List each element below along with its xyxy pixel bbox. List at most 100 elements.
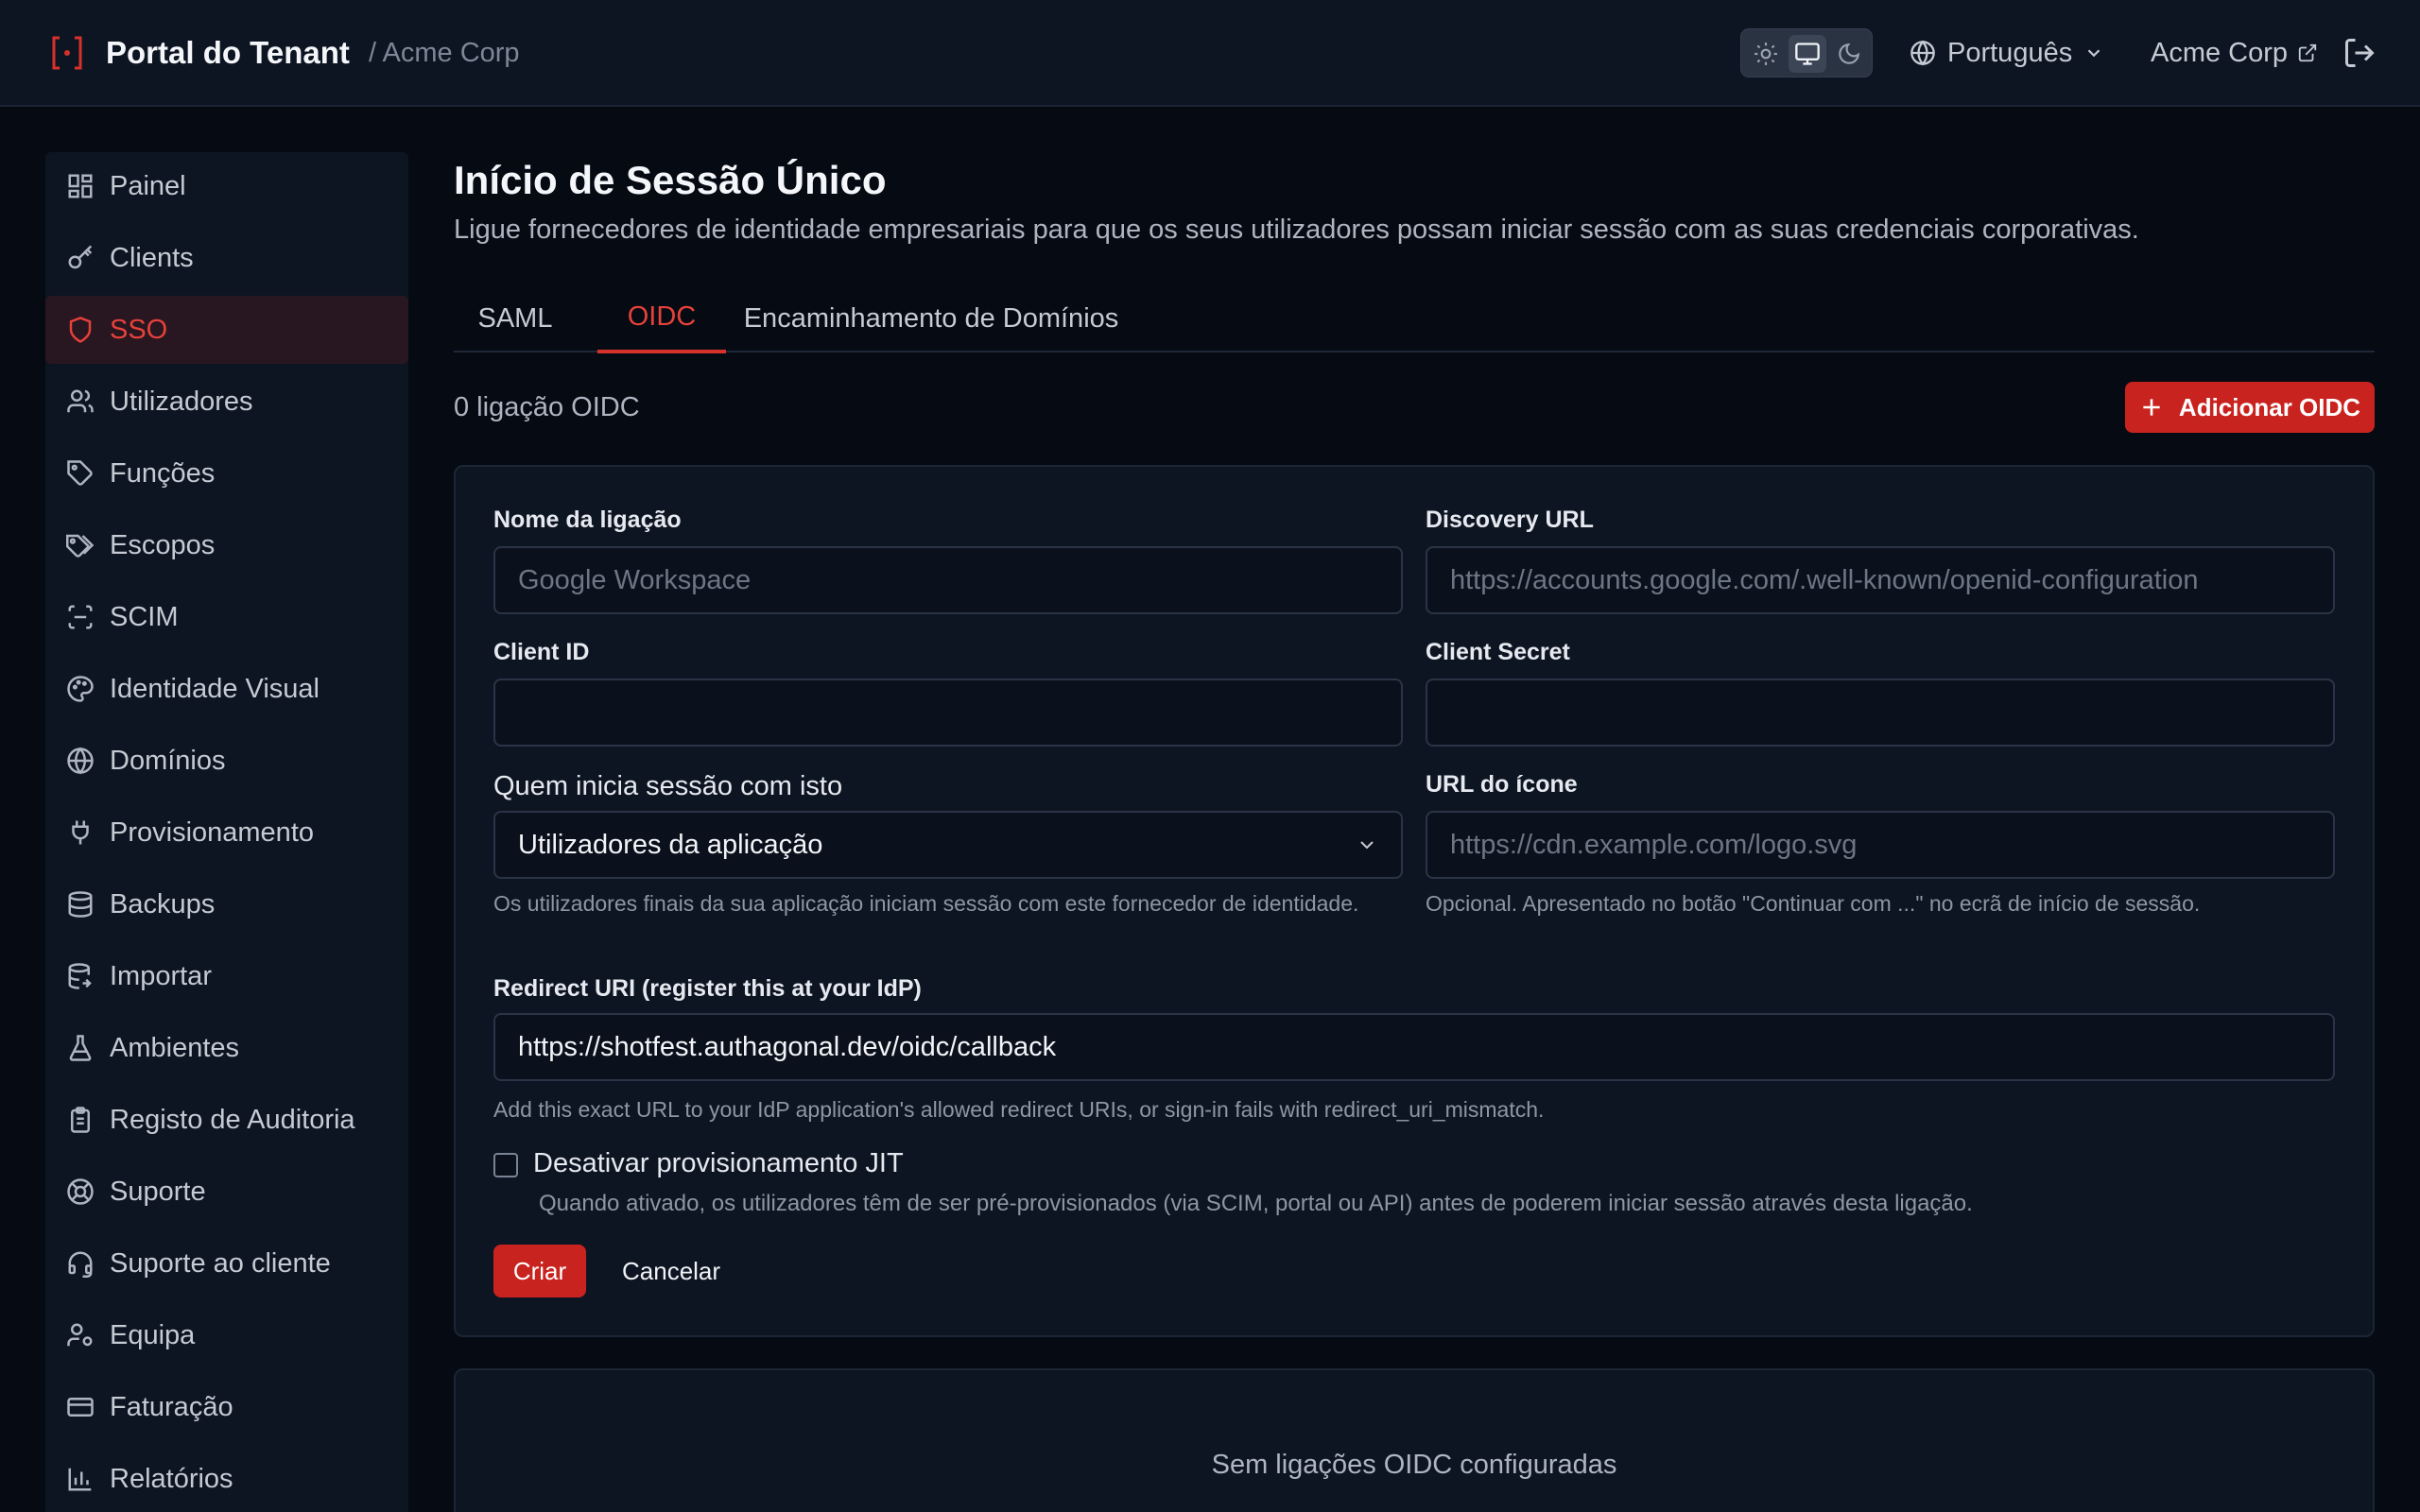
sidebar-item-label: Relatórios (110, 1463, 233, 1494)
key-icon (68, 245, 93, 269)
sidebar-item-importar[interactable]: Importar (45, 942, 408, 1010)
empty-state-card: Sem ligações OIDC configuradas (454, 1368, 2375, 1512)
sidebar-item-ambientes[interactable]: Ambientes (45, 1014, 408, 1082)
create-button[interactable]: Criar (493, 1245, 586, 1297)
sidebar-item-faturacao[interactable]: Faturação (45, 1373, 408, 1441)
sidebar-item-label: Suporte ao cliente (110, 1247, 331, 1279)
client-id-input[interactable] (493, 679, 1403, 747)
disable-jit-checkbox[interactable] (493, 1153, 518, 1177)
tenant-link-label: Acme Corp (2151, 37, 2289, 68)
dashboard-icon (68, 174, 93, 198)
tab-domain-routing[interactable]: Encaminhamento de Domínios (737, 284, 1125, 352)
credit-card-icon (67, 1398, 94, 1417)
shield-icon (69, 317, 92, 343)
cancel-button[interactable]: Cancelar (622, 1245, 720, 1297)
client-secret-label: Client Secret (1426, 639, 1570, 665)
sidebar-item-registo-auditoria[interactable]: Registo de Auditoria (45, 1086, 408, 1154)
brand-logo-icon (52, 36, 82, 70)
database-icon (68, 891, 93, 918)
sidebar-item-identidade-visual[interactable]: Identidade Visual (45, 655, 408, 723)
database-import-icon (68, 963, 92, 989)
language-label: Português (1947, 37, 2073, 68)
sidebar-item-label: Ambientes (110, 1032, 240, 1063)
icon-url-help: Opcional. Apresentado no botão "Continua… (1426, 891, 2201, 916)
sidebar-item-scim[interactable]: SCIM (45, 583, 408, 651)
scan-icon (68, 605, 93, 629)
clipboard-icon (71, 1107, 90, 1133)
users-icon (67, 389, 94, 413)
sidebar-item-relatorios[interactable]: Relatórios (45, 1445, 408, 1512)
top-bar: Portal do Tenant / Acme Corp Português A… (0, 0, 2420, 107)
page-description: Ligue fornecedores de identidade empresa… (454, 215, 2139, 245)
redirect-uri-input[interactable] (493, 1013, 2335, 1081)
sidebar-item-dominios[interactable]: Domínios (45, 727, 408, 795)
icon-url-input[interactable] (1426, 811, 2335, 879)
moon-icon (1839, 43, 1860, 64)
sidebar-item-funcoes[interactable]: Funções (45, 439, 408, 507)
sidebar-item-escopos[interactable]: Escopos (45, 511, 408, 579)
sidebar-item-equipa[interactable]: Equipa (45, 1301, 408, 1369)
sidebar-item-label: Provisionamento (110, 816, 314, 848)
connection-count: 0 ligação OIDC (454, 392, 640, 422)
globe-icon (1910, 40, 1935, 66)
theme-switcher (1740, 28, 1873, 77)
sidebar-item-backups[interactable]: Backups (45, 870, 408, 938)
who-signs-in-select[interactable]: Utilizadores da aplicação (493, 811, 1403, 879)
sidebar-item-label: Equipa (110, 1319, 196, 1350)
sidebar-item-suporte-cliente[interactable]: Suporte ao cliente (45, 1229, 408, 1297)
flask-icon (69, 1035, 92, 1061)
language-selector[interactable]: Português (1910, 32, 2104, 74)
monitor-icon (1795, 43, 1820, 65)
sidebar: Painel Clients SSO Utilizadores Funções … (45, 152, 408, 1512)
who-signs-in-help: Os utilizadores finais da sua aplicação … (493, 891, 1359, 916)
tab-saml[interactable]: SAML (454, 284, 577, 352)
sidebar-item-suporte[interactable]: Suporte (45, 1158, 408, 1226)
connection-name-input[interactable] (493, 546, 1403, 614)
sidebar-item-label: Painel (110, 170, 186, 201)
oidc-form: Nome da ligação Discovery URL Client ID … (454, 465, 2375, 1337)
sidebar-item-sso[interactable]: SSO (45, 296, 408, 364)
theme-dark-button[interactable] (1830, 35, 1868, 73)
discovery-url-label: Discovery URL (1426, 507, 1594, 533)
tenant-breadcrumb: / Acme Corp (369, 38, 520, 68)
connection-name-label: Nome da ligação (493, 507, 682, 533)
chevron-down-icon (1360, 841, 1374, 850)
sidebar-item-utilizadores[interactable]: Utilizadores (45, 368, 408, 436)
redirect-uri-help: Add this exact URL to your IdP applicati… (493, 1097, 1545, 1122)
headset-icon (68, 1251, 93, 1278)
tab-bar: SAML OIDC Encaminhamento de Domínios (454, 284, 2375, 353)
icon-url-label: URL do ícone (1426, 771, 1578, 798)
client-id-label: Client ID (493, 639, 590, 665)
sun-icon (1754, 43, 1777, 65)
add-oidc-label: Adicionar OIDC (2178, 392, 2361, 421)
disable-jit-label[interactable]: Desativar provisionamento JIT (533, 1148, 904, 1178)
client-secret-input[interactable] (1426, 679, 2335, 747)
sidebar-item-label: SSO (110, 314, 168, 345)
lifebuoy-icon (67, 1178, 94, 1205)
logout-icon[interactable] (2342, 36, 2377, 70)
plus-icon (2143, 399, 2160, 416)
sidebar-item-painel[interactable]: Painel (45, 152, 408, 220)
sidebar-item-provisionamento[interactable]: Provisionamento (45, 799, 408, 867)
sidebar-item-label: SCIM (110, 601, 179, 632)
sidebar-item-label: Escopos (110, 529, 216, 560)
user-cog-icon (67, 1323, 93, 1347)
theme-system-button[interactable] (1789, 35, 1826, 73)
palette-icon (67, 676, 94, 702)
chevron-down-icon (2087, 49, 2100, 58)
sidebar-item-label: Utilizadores (110, 386, 253, 417)
tag-icon (67, 460, 93, 486)
sidebar-item-clients[interactable]: Clients (45, 224, 408, 292)
redirect-uri-label: Redirect URI (register this at your IdP) (493, 975, 922, 1002)
empty-state-text: Sem ligações OIDC configuradas (1211, 1450, 1617, 1480)
add-oidc-button[interactable]: Adicionar OIDC (2125, 382, 2375, 433)
sidebar-item-label: Registo de Auditoria (110, 1104, 355, 1135)
tab-oidc[interactable]: OIDC (597, 284, 726, 353)
discovery-url-input[interactable] (1426, 546, 2335, 614)
page-title: Início de Sessão Único (454, 158, 887, 202)
sidebar-item-label: Suporte (110, 1176, 206, 1207)
sidebar-item-label: Identidade Visual (110, 673, 320, 704)
theme-light-button[interactable] (1747, 35, 1785, 73)
app-title: Portal do Tenant (106, 35, 350, 70)
tenant-external-link[interactable]: Acme Corp (2151, 32, 2318, 74)
